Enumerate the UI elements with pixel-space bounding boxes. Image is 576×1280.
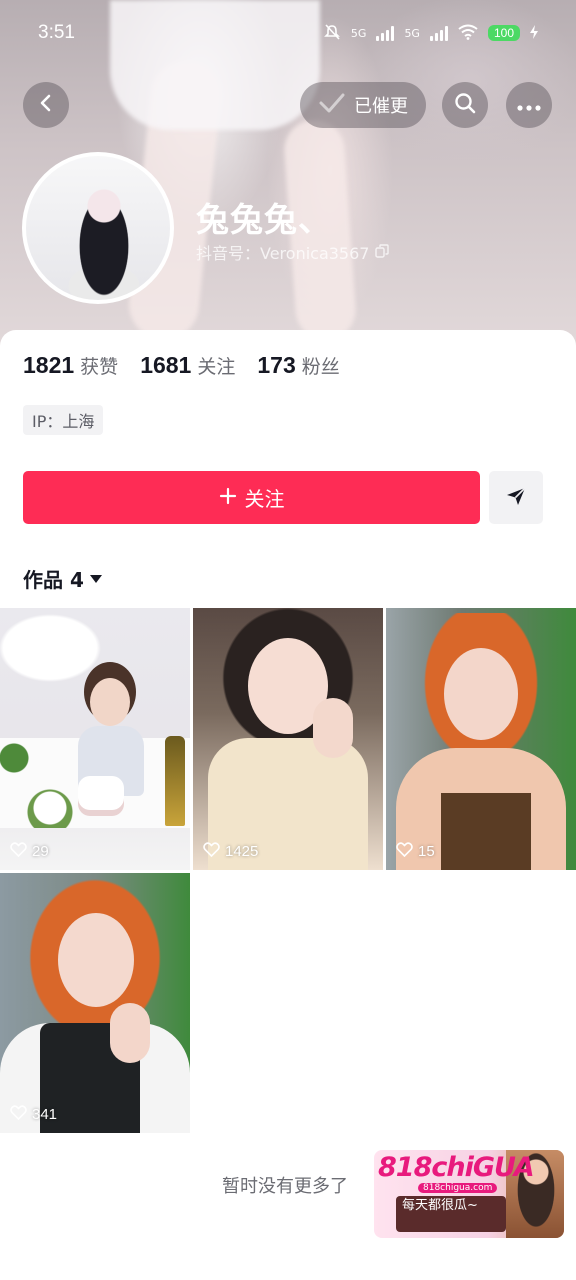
profile-page: 3:51 5G 5G 100 已催更 兔兔兔、 抖音号：Veronica3567… xyxy=(0,0,576,1280)
signal-icon xyxy=(376,25,395,41)
stat-likes-label: 获赞 xyxy=(80,356,119,378)
ad-banner[interactable]: 818chiGUA 818chigua.com 每天都很瓜~ xyxy=(374,1150,564,1238)
follow-button[interactable]: 关注 xyxy=(23,471,480,524)
stat-followers-label: 粉丝 xyxy=(301,356,340,378)
follow-label: 关注 xyxy=(244,487,285,511)
more-dots-icon xyxy=(517,96,541,115)
video-likes-count: 15 xyxy=(418,843,435,860)
status-time: 3:51 xyxy=(38,22,75,43)
avatar-image xyxy=(26,156,170,300)
stat-followers-count: 173 xyxy=(257,352,296,378)
heart-icon xyxy=(10,1105,27,1124)
video-likes: 15 xyxy=(396,842,435,861)
network-label-1: 5G xyxy=(350,26,367,40)
video-likes: 29 xyxy=(10,842,49,861)
tab-works-label: 作品 4 xyxy=(23,568,84,592)
network-label-2: 5G xyxy=(404,26,420,40)
stat-likes-count: 1821 xyxy=(23,352,75,378)
urge-update-label: 已催更 xyxy=(354,96,408,117)
avatar[interactable] xyxy=(22,152,174,304)
stat-following[interactable]: 1681 关注 xyxy=(140,352,235,379)
urge-update-button[interactable]: 已催更 xyxy=(300,82,426,128)
video-tile[interactable]: 29 xyxy=(0,608,190,870)
back-button[interactable] xyxy=(23,82,69,128)
profile-content: 1821 获赞 1681 关注 173 粉丝 IP：上海 关注 作品 4 29 … xyxy=(0,330,576,1280)
chevron-left-icon xyxy=(36,93,56,117)
profile-stats: 1821 获赞 1681 关注 173 粉丝 xyxy=(23,352,340,379)
search-button[interactable] xyxy=(442,82,488,128)
ad-url: 818chigua.com xyxy=(418,1183,498,1193)
video-tile[interactable]: 341 xyxy=(0,873,190,1133)
heart-icon xyxy=(396,842,413,861)
ip-location-tag: IP：上海 xyxy=(23,405,104,435)
wifi-icon xyxy=(458,24,478,43)
signal-icon-2 xyxy=(429,25,448,41)
heart-icon xyxy=(203,842,220,861)
copy-icon[interactable] xyxy=(375,243,390,262)
stat-following-count: 1681 xyxy=(140,352,192,378)
ad-brand: 818chiGUA xyxy=(378,1152,535,1183)
battery-indicator: 100 xyxy=(487,25,520,41)
search-icon xyxy=(454,92,476,118)
video-likes-count: 341 xyxy=(32,1106,58,1123)
video-tile[interactable]: 15 xyxy=(386,608,576,870)
check-icon xyxy=(318,92,346,119)
stat-following-label: 关注 xyxy=(197,356,236,378)
video-likes: 341 xyxy=(10,1105,57,1124)
profile-uid[interactable]: 抖音号：Veronica3567 xyxy=(196,240,390,264)
charging-icon xyxy=(530,24,538,42)
mute-icon xyxy=(323,23,341,44)
plus-icon xyxy=(219,486,237,510)
video-likes: 1425 xyxy=(203,842,258,861)
video-likes-count: 1425 xyxy=(225,843,259,860)
caret-down-icon xyxy=(89,574,102,583)
stat-likes[interactable]: 1821 获赞 xyxy=(23,352,118,379)
video-likes-count: 29 xyxy=(32,843,49,860)
send-icon xyxy=(505,485,527,511)
tab-works[interactable]: 作品 4 xyxy=(23,564,102,593)
video-tile[interactable]: 1425 xyxy=(193,608,383,870)
stat-followers[interactable]: 173 粉丝 xyxy=(257,352,339,379)
ad-slogan: 每天都很瓜~ xyxy=(396,1196,506,1232)
heart-icon xyxy=(10,842,27,861)
status-bar: 3:51 5G 5G 100 xyxy=(0,0,576,66)
send-message-button[interactable] xyxy=(489,471,543,524)
uid-text: 抖音号：Veronica3567 xyxy=(196,244,370,263)
profile-name: 兔兔兔、 xyxy=(196,200,332,239)
more-button[interactable] xyxy=(506,82,552,128)
